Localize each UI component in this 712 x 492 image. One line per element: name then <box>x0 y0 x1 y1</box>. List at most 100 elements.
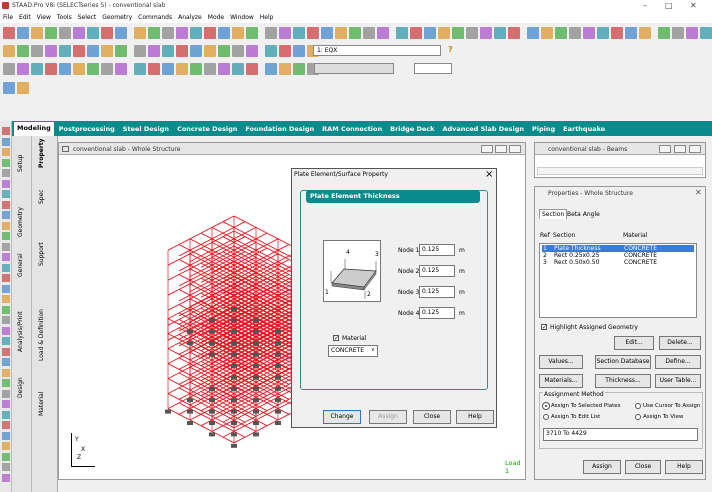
frame-member[interactable] <box>189 232 202 240</box>
frame-member[interactable] <box>189 413 202 421</box>
frame-member[interactable] <box>167 244 180 251</box>
frame-member[interactable] <box>277 244 290 251</box>
frame-member[interactable] <box>233 215 246 223</box>
left-tool-icon[interactable] <box>2 305 10 314</box>
radio-edit-list[interactable] <box>543 414 549 420</box>
help-button[interactable]: Help <box>456 410 494 424</box>
user-table-button[interactable]: User Table... <box>655 374 701 388</box>
toolbar-button-icon[interactable] <box>204 45 216 57</box>
tab-postprocessing[interactable]: Postprocessing <box>56 123 118 136</box>
frame-member[interactable] <box>167 378 180 385</box>
props-assign-button[interactable]: Assign <box>583 460 621 474</box>
tab-foundation-design[interactable]: Foundation Design <box>242 123 317 136</box>
toolbar-button-icon[interactable] <box>494 27 506 39</box>
menu-select[interactable]: Select <box>78 14 97 21</box>
frame-member[interactable] <box>222 221 235 228</box>
load-case-select[interactable]: 1: EQX <box>313 45 441 56</box>
toolbar-button-icon[interactable] <box>658 27 670 39</box>
left-tool-icon[interactable] <box>2 169 10 177</box>
left-tool-icon[interactable] <box>2 400 10 408</box>
frame-member[interactable] <box>266 413 279 421</box>
toolbar-button-icon[interactable] <box>555 27 567 39</box>
menu-tools[interactable]: Tools <box>57 14 72 21</box>
toolbar-button-icon[interactable] <box>87 63 99 75</box>
left-tool-icon[interactable] <box>2 358 10 366</box>
toolbar-button-icon[interactable] <box>265 63 277 75</box>
toolbar-button-icon[interactable] <box>293 45 305 57</box>
frame-member[interactable] <box>255 425 268 432</box>
toolbar-button-icon[interactable] <box>101 63 113 75</box>
toolbar-button-icon[interactable] <box>17 45 29 57</box>
node-4-input[interactable]: 0.125 <box>419 307 455 319</box>
frame-member[interactable] <box>189 306 202 314</box>
toolbar-button-icon[interactable] <box>335 27 347 39</box>
toolbar-button-icon[interactable] <box>218 63 230 75</box>
toolbar-button-icon[interactable] <box>597 27 609 39</box>
toolbar-button-icon[interactable] <box>176 45 188 57</box>
left-tool-icon[interactable] <box>2 179 10 188</box>
toolbar-button-icon[interactable] <box>377 27 389 39</box>
toolbar-button-icon[interactable] <box>134 27 146 39</box>
frame-member[interactable] <box>167 357 180 364</box>
frame-member[interactable] <box>277 238 290 245</box>
props-help-button[interactable]: Help <box>665 460 703 474</box>
frame-member[interactable] <box>178 304 191 311</box>
section-database-button[interactable]: Section Database <box>595 355 651 369</box>
tab-beta-angle[interactable]: Beta Angle <box>565 210 602 219</box>
tab-steel-design[interactable]: Steel Design <box>120 123 172 136</box>
frame-member[interactable] <box>200 301 213 308</box>
viewport-restore-button[interactable] <box>495 145 507 153</box>
node-3-input[interactable]: 0.125 <box>419 286 455 298</box>
radio-selected-plates[interactable] <box>542 402 550 410</box>
maximize-button[interactable]: □ <box>665 1 673 10</box>
highlight-checkbox[interactable]: ✓ <box>541 324 547 331</box>
frame-member[interactable] <box>167 402 180 409</box>
toolbar-button-icon[interactable] <box>3 27 15 39</box>
left-tool-icon[interactable] <box>2 221 10 230</box>
frame-member[interactable] <box>266 238 279 245</box>
toolbar-button-icon[interactable] <box>279 63 291 75</box>
left-tool-icon[interactable] <box>2 295 10 303</box>
frame-member[interactable] <box>200 232 213 240</box>
toolbar-button-icon[interactable] <box>246 63 258 75</box>
frame-member[interactable] <box>167 274 180 281</box>
toolbar-button-icon[interactable] <box>293 27 305 39</box>
frame-member[interactable] <box>244 425 257 432</box>
left-tool-icon[interactable] <box>2 284 10 293</box>
frame-member[interactable] <box>167 334 180 341</box>
frame-member[interactable] <box>178 413 191 421</box>
left-tool-icon[interactable] <box>2 158 10 167</box>
left-tool-icon[interactable] <box>2 190 10 198</box>
frame-member[interactable] <box>233 221 246 228</box>
frame-member[interactable] <box>244 227 257 234</box>
materials-button[interactable]: Materials... <box>539 374 583 388</box>
left-tool-icon[interactable] <box>2 410 10 419</box>
tab-modeling[interactable]: Modeling <box>14 122 54 136</box>
toolbar-button-icon[interactable] <box>527 27 539 39</box>
subpage-support[interactable]: Support <box>38 234 45 266</box>
toolbar-button-icon[interactable] <box>279 45 291 57</box>
edit-button[interactable]: Edit... <box>614 336 654 350</box>
toolbar-button-icon[interactable] <box>246 27 258 39</box>
frame-member[interactable] <box>167 342 180 349</box>
minimize-button[interactable]: – <box>643 1 647 10</box>
toolbar-button-icon[interactable] <box>232 27 244 39</box>
radio-cursor[interactable] <box>635 403 641 409</box>
frame-member[interactable] <box>233 436 246 444</box>
toolbar-button-icon[interactable] <box>279 27 291 39</box>
frame-member[interactable] <box>167 387 180 394</box>
tab-concrete-design[interactable]: Concrete Design <box>174 123 240 136</box>
table-row[interactable]: 3 Rect 0.50x0.50 CONCRETE <box>542 259 694 266</box>
toolbar-button-icon[interactable] <box>115 63 127 75</box>
left-tool-icon[interactable] <box>2 326 10 335</box>
frame-member[interactable] <box>211 425 224 432</box>
left-tool-icon[interactable] <box>2 421 10 429</box>
section-list[interactable]: 1 Plate Thickness CONCRETE 2 Rect 0.25x0… <box>539 243 697 318</box>
frame-member[interactable] <box>255 232 268 240</box>
beams-restore-button[interactable] <box>674 145 686 153</box>
toolbar-button-icon[interactable] <box>508 27 520 39</box>
frame-member[interactable] <box>200 227 213 234</box>
sub-select[interactable] <box>414 63 452 74</box>
toolbar-button-icon[interactable] <box>307 27 319 39</box>
assign-button[interactable]: Assign <box>369 410 407 424</box>
